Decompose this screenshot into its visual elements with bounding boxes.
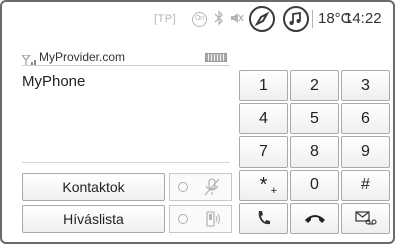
hang-up-icon bbox=[304, 215, 325, 224]
key-9[interactable]: 9 bbox=[341, 136, 390, 168]
key-5[interactable]: 5 bbox=[290, 103, 339, 135]
hang-up-button[interactable] bbox=[290, 202, 339, 234]
provider-row: MyProvider.com bbox=[20, 50, 228, 65]
signal-strength-icon bbox=[20, 52, 38, 70]
toggle-indicator bbox=[178, 182, 188, 192]
provider-divider bbox=[22, 65, 230, 66]
dial-keypad: 1 2 3 4 5 6 7 8 9 * + 0 # bbox=[239, 70, 390, 234]
key-2[interactable]: 2 bbox=[290, 70, 339, 102]
mute-icon bbox=[230, 11, 244, 30]
clock: 14:22 bbox=[344, 10, 382, 27]
key-3[interactable]: 3 bbox=[341, 70, 390, 102]
battery-icon bbox=[205, 53, 227, 62]
contacts-button[interactable]: Kontaktok bbox=[22, 173, 165, 201]
handset-mode-toggle[interactable] bbox=[169, 205, 232, 233]
call-list-button[interactable]: Híváslista bbox=[22, 205, 165, 233]
content-divider bbox=[22, 162, 230, 163]
voicemail-button[interactable] bbox=[341, 202, 390, 234]
toggle-indicator bbox=[178, 214, 188, 224]
key-7[interactable]: 7 bbox=[239, 136, 288, 168]
call-button[interactable] bbox=[239, 202, 288, 234]
provider-name: MyProvider.com bbox=[39, 50, 126, 64]
microphone-mute-icon bbox=[201, 177, 223, 202]
key-4[interactable]: 4 bbox=[239, 103, 288, 135]
navigation-icon[interactable] bbox=[249, 6, 275, 32]
bluetooth-icon bbox=[214, 10, 224, 31]
star-symbol: * bbox=[259, 173, 268, 196]
status-bar: [TP] On 18°C 14:22 bbox=[2, 2, 393, 48]
key-8[interactable]: 8 bbox=[290, 136, 339, 168]
call-icon bbox=[258, 211, 270, 225]
key-1[interactable]: 1 bbox=[239, 70, 288, 102]
infotainment-phone-screen: [TP] On 18°C 14:22 MyProvider.com MyPhon… bbox=[0, 0, 395, 244]
key-0[interactable]: 0 bbox=[290, 169, 339, 201]
mute-mic-toggle[interactable] bbox=[169, 173, 232, 201]
onstar-icon: On bbox=[192, 12, 207, 27]
status-separator bbox=[312, 10, 313, 28]
handset-icon bbox=[201, 209, 223, 234]
plus-symbol: + bbox=[270, 184, 277, 197]
key-hash[interactable]: # bbox=[341, 169, 390, 201]
tp-indicator: [TP] bbox=[154, 13, 177, 25]
key-6[interactable]: 6 bbox=[341, 103, 390, 135]
connected-phone-name: MyPhone bbox=[22, 73, 86, 90]
voicemail-icon bbox=[354, 211, 377, 225]
key-star[interactable]: * + bbox=[239, 169, 288, 201]
music-icon[interactable] bbox=[283, 6, 309, 32]
